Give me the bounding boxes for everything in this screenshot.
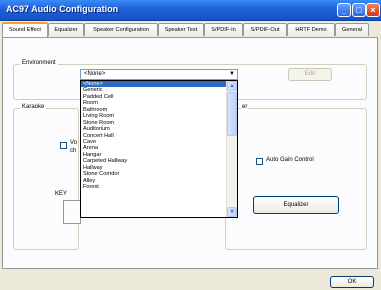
- dropdown-option[interactable]: Forest: [81, 184, 228, 190]
- minimize-button[interactable]: _: [337, 3, 351, 17]
- tab-sound-effect[interactable]: Sound Effect: [2, 22, 48, 37]
- tab-equalizer[interactable]: Equalizer: [48, 23, 84, 36]
- window-title: AC97 Audio Configuration: [6, 4, 119, 14]
- key-label: KEY: [55, 191, 68, 197]
- right-options-group: [225, 108, 367, 250]
- environment-dropdown-list[interactable]: <None> Generic Padded Cell Room Bathroom…: [80, 80, 238, 218]
- tab-strip: Sound Effect Equalizer Speaker Configura…: [2, 22, 380, 37]
- tab-speaker-test[interactable]: Speaker Test: [158, 23, 204, 36]
- equalizer-button[interactable]: Equalizer: [253, 196, 339, 214]
- scroll-thumb[interactable]: [227, 92, 237, 136]
- scroll-up-icon[interactable]: ▲: [227, 81, 237, 91]
- key-control[interactable]: [63, 200, 81, 224]
- karaoke-group-label: Karaoke: [20, 104, 47, 110]
- tab-speaker-configuration[interactable]: Speaker Configuration: [84, 23, 158, 36]
- scroll-down-icon[interactable]: ▼: [227, 207, 237, 217]
- voice-checkbox-label-line2: ch: [70, 148, 77, 154]
- close-button[interactable]: ×: [366, 3, 380, 17]
- voice-checkbox-label-line1: Vo: [70, 140, 78, 146]
- title-bar: AC97 Audio Configuration _ □ ×: [0, 0, 381, 21]
- environment-select-value: <None>: [84, 71, 106, 77]
- voice-cancellation-checkbox[interactable]: [60, 142, 67, 149]
- edit-button[interactable]: Edit: [288, 68, 332, 81]
- tab-spdif-in[interactable]: S/PDIF-In: [204, 23, 243, 36]
- karaoke-group: Karaoke: [13, 104, 79, 250]
- environment-select[interactable]: <None> ▼: [80, 69, 238, 80]
- dropdown-scrollbar[interactable]: ▲ ▼: [226, 81, 237, 217]
- ok-button[interactable]: OK: [330, 276, 374, 288]
- environment-group-label: Environment: [20, 60, 58, 66]
- tab-hrtf-demo[interactable]: HRTF Demo: [287, 23, 335, 36]
- auto-gain-control-checkbox[interactable]: [256, 158, 263, 165]
- tab-spdif-out[interactable]: S/PDIF-Out: [243, 23, 287, 36]
- dropdown-arrow-icon[interactable]: ▼: [228, 71, 236, 78]
- right-group-label-fragment: er: [241, 104, 249, 110]
- maximize-button[interactable]: □: [352, 3, 366, 17]
- auto-gain-control-label: Auto Gain Control: [266, 157, 314, 163]
- tab-general[interactable]: General: [335, 23, 369, 36]
- dropdown-options: <None> Generic Padded Cell Room Bathroom…: [81, 81, 228, 190]
